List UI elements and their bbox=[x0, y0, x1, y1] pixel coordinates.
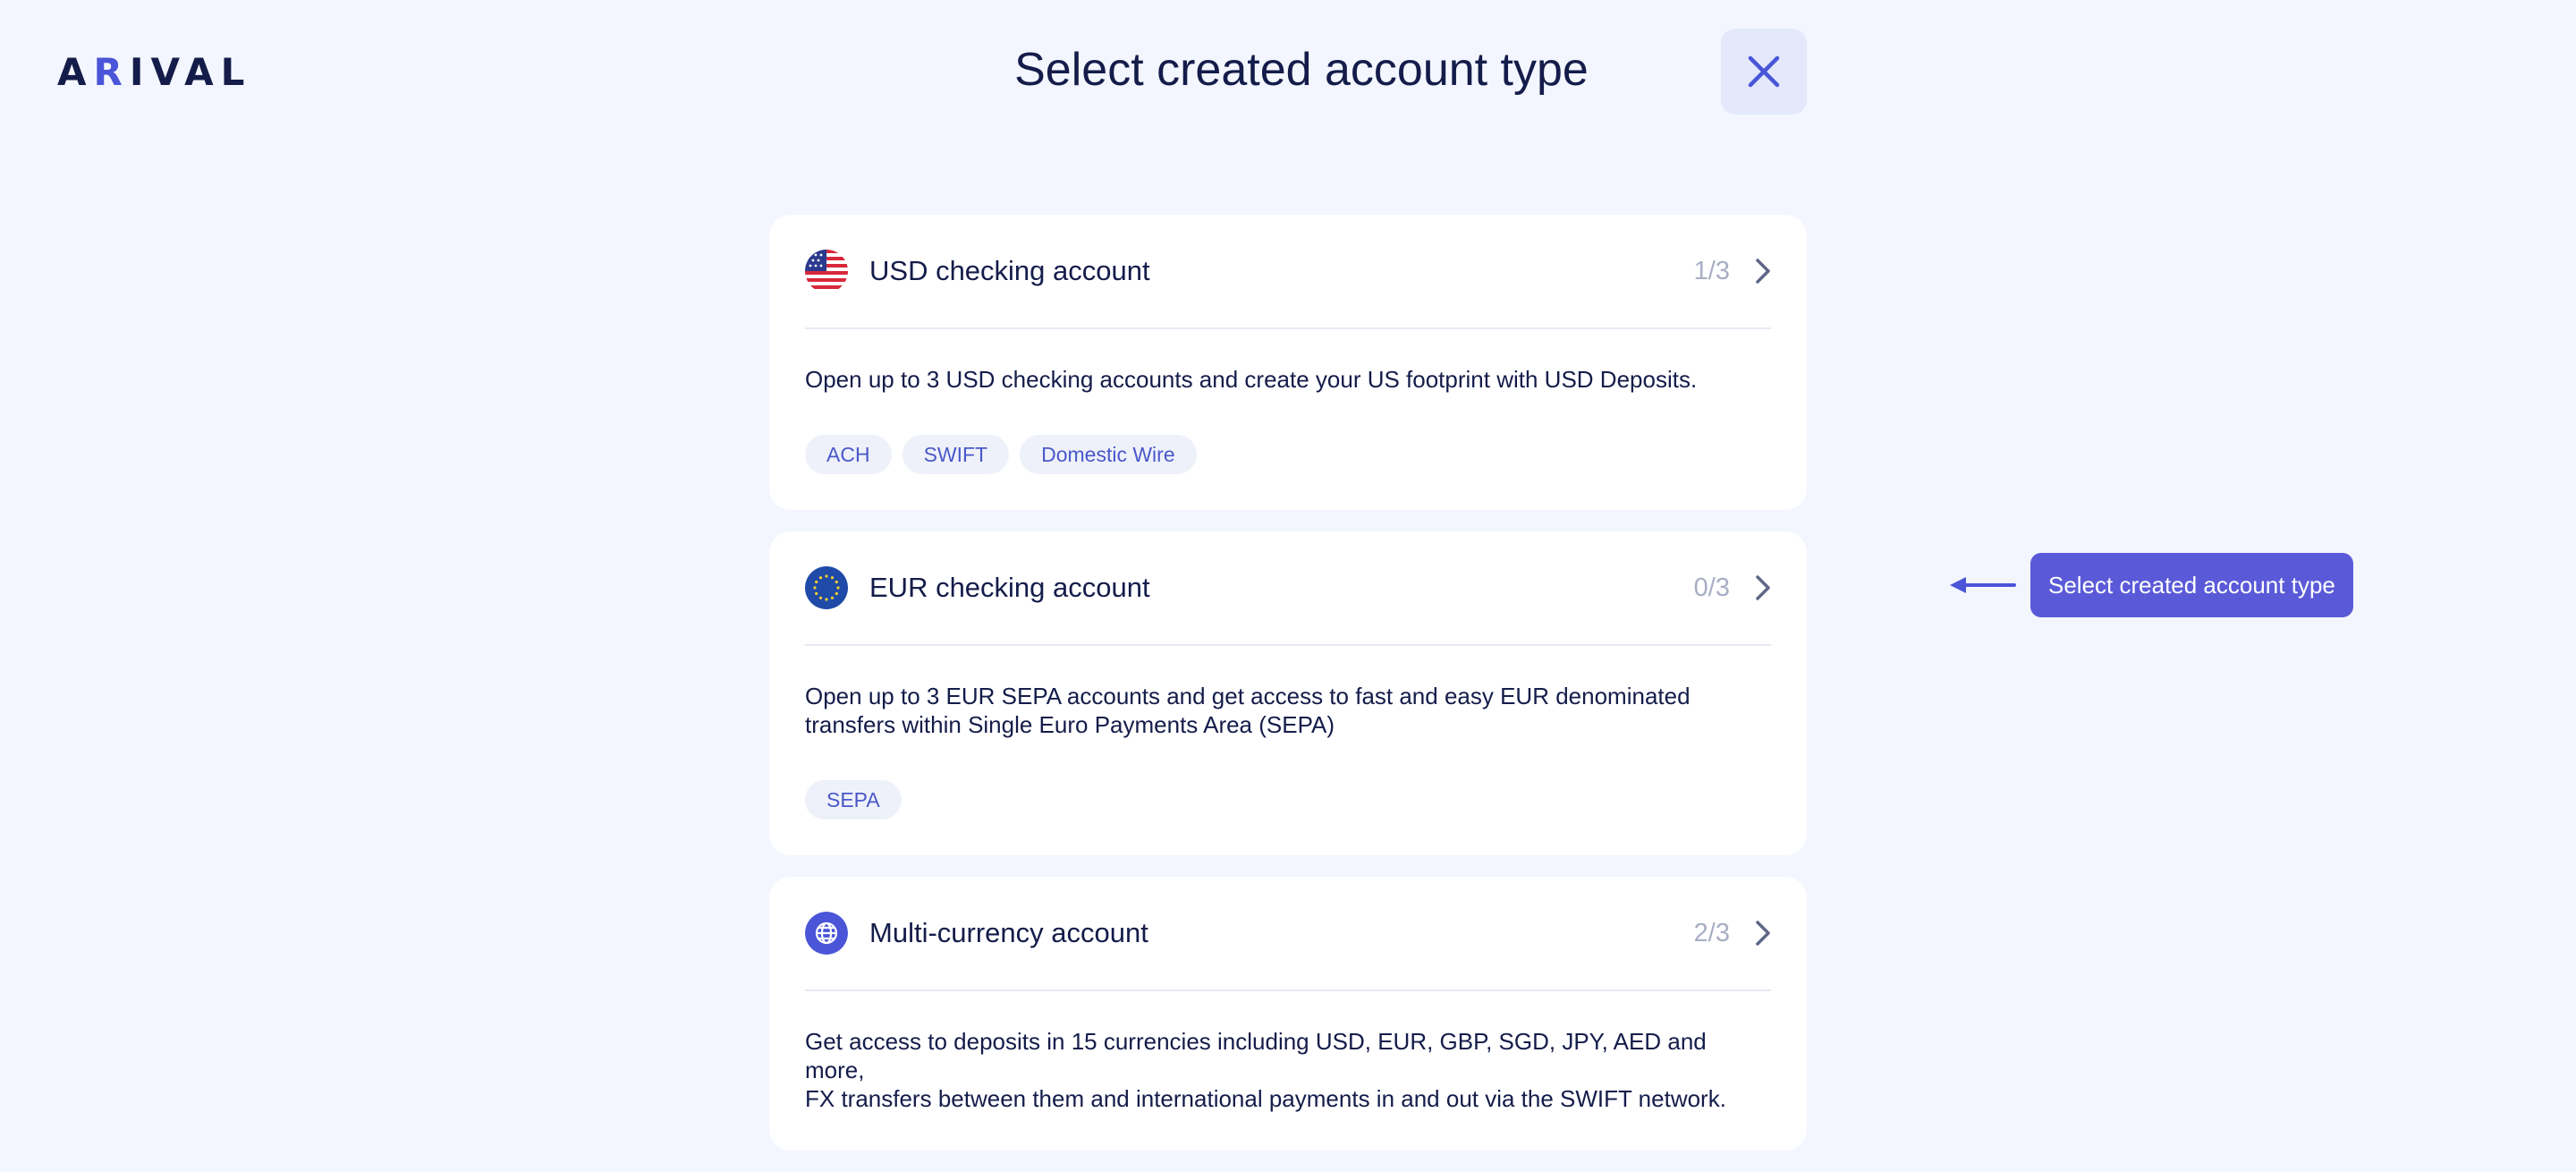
card-header: USD checking account 1/3 bbox=[805, 215, 1771, 329]
card-description-line: transfers within Single Euro Payments Ar… bbox=[805, 711, 1335, 738]
card-body: Get access to deposits in 15 currencies … bbox=[805, 991, 1771, 1151]
chevron-right-icon[interactable] bbox=[1755, 258, 1771, 285]
tag-swift: SWIFT bbox=[902, 435, 1010, 474]
account-count: 2/3 bbox=[1693, 918, 1730, 947]
chevron-right-icon[interactable] bbox=[1755, 920, 1771, 947]
tag-sepa: SEPA bbox=[805, 780, 902, 820]
close-icon bbox=[1748, 55, 1780, 88]
card-header: EUR checking account 0/3 bbox=[805, 531, 1771, 646]
account-count: 1/3 bbox=[1693, 256, 1730, 285]
card-header: Multi-currency account 2/3 bbox=[805, 877, 1771, 991]
card-title: EUR checking account bbox=[869, 572, 1150, 603]
account-card-usd[interactable]: USD checking account 1/3 Open up to 3 US… bbox=[769, 215, 1807, 510]
eu-flag-icon bbox=[805, 566, 848, 609]
account-type-list: USD checking account 1/3 Open up to 3 US… bbox=[769, 215, 1807, 1172]
card-description: Open up to 3 USD checking accounts and c… bbox=[805, 366, 1698, 393]
tag-list: SEPA bbox=[805, 780, 1771, 820]
account-card-eur[interactable]: EUR checking account 0/3 Open up to 3 EU… bbox=[769, 531, 1807, 855]
account-card-multi-currency[interactable]: Multi-currency account 2/3 Get access to… bbox=[769, 877, 1807, 1151]
us-flag-icon bbox=[805, 250, 848, 293]
globe-icon bbox=[805, 912, 848, 955]
tag-list: ACH SWIFT Domestic Wire bbox=[805, 435, 1771, 474]
card-body: Open up to 3 USD checking accounts and c… bbox=[805, 329, 1771, 510]
arrow-left-icon bbox=[1950, 577, 2016, 593]
card-description-line: Get access to deposits in 15 currencies … bbox=[805, 1028, 1707, 1083]
hint-badge: Select created account type bbox=[2030, 553, 2353, 617]
chevron-right-icon[interactable] bbox=[1755, 574, 1771, 601]
card-description: Open up to 3 EUR SEPA accounts and get a… bbox=[805, 682, 1771, 739]
tag-ach: ACH bbox=[805, 435, 892, 474]
card-description-line: Open up to 3 EUR SEPA accounts and get a… bbox=[805, 683, 1690, 709]
close-button[interactable] bbox=[1721, 29, 1807, 115]
card-body: Open up to 3 EUR SEPA accounts and get a… bbox=[805, 646, 1771, 855]
account-count: 0/3 bbox=[1693, 573, 1730, 602]
onboarding-hint: Select created account type bbox=[1950, 553, 2353, 617]
card-title: USD checking account bbox=[869, 255, 1150, 286]
card-description: Get access to deposits in 15 currencies … bbox=[805, 1027, 1771, 1113]
card-title: Multi-currency account bbox=[869, 917, 1148, 948]
page-title: Select created account type bbox=[1014, 44, 1589, 96]
card-description-line: FX transfers between them and internatio… bbox=[805, 1085, 1726, 1112]
tag-domestic-wire: Domestic Wire bbox=[1020, 435, 1197, 474]
